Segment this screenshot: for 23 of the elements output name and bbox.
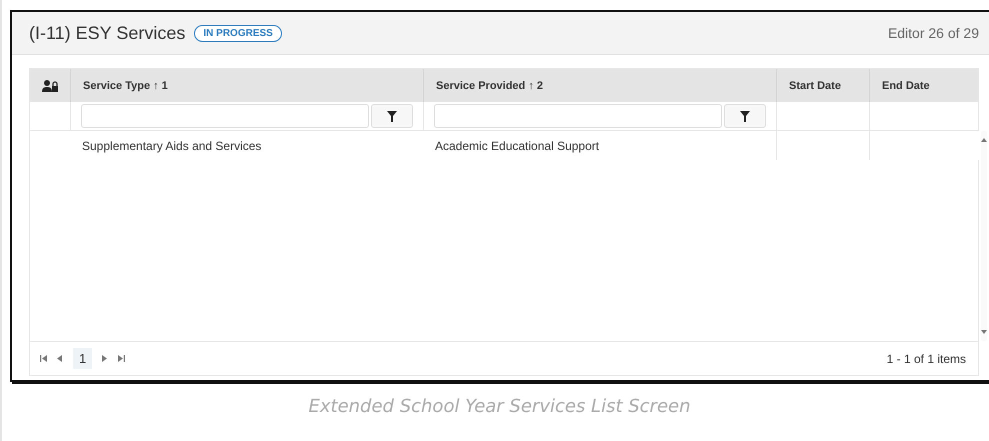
first-page-button[interactable]	[40, 355, 47, 362]
filter-icon	[387, 110, 397, 122]
scroll-down-icon	[981, 328, 987, 335]
scrollbar[interactable]	[981, 131, 987, 341]
next-page-button[interactable]	[102, 355, 108, 362]
editor-counter: Editor 26 of 29	[888, 25, 979, 41]
table-cell-text: Academic Educational Support	[434, 138, 600, 154]
status-badge: IN PROGRESS	[194, 24, 282, 42]
previous-icon	[57, 355, 63, 362]
filter-button[interactable]	[724, 104, 766, 128]
previous-page-button[interactable]	[57, 355, 63, 362]
filter-button[interactable]	[371, 104, 413, 128]
next-icon	[102, 355, 108, 362]
filter-field[interactable]	[81, 104, 369, 128]
filter-icon	[740, 110, 750, 122]
table-cell-text: Supplementary Aids and Services	[81, 138, 262, 154]
item-count: 1 - 1 of 1 items	[886, 352, 966, 366]
page-number-button[interactable]: 1	[73, 348, 92, 369]
figure-caption: Extended School Year Services List Screen	[307, 396, 692, 417]
last-page-button[interactable]	[118, 355, 126, 362]
user-lock-icon	[42, 80, 58, 92]
panel-title: (I-11) ESY Services	[29, 22, 186, 44]
filter-field[interactable]	[434, 104, 722, 128]
